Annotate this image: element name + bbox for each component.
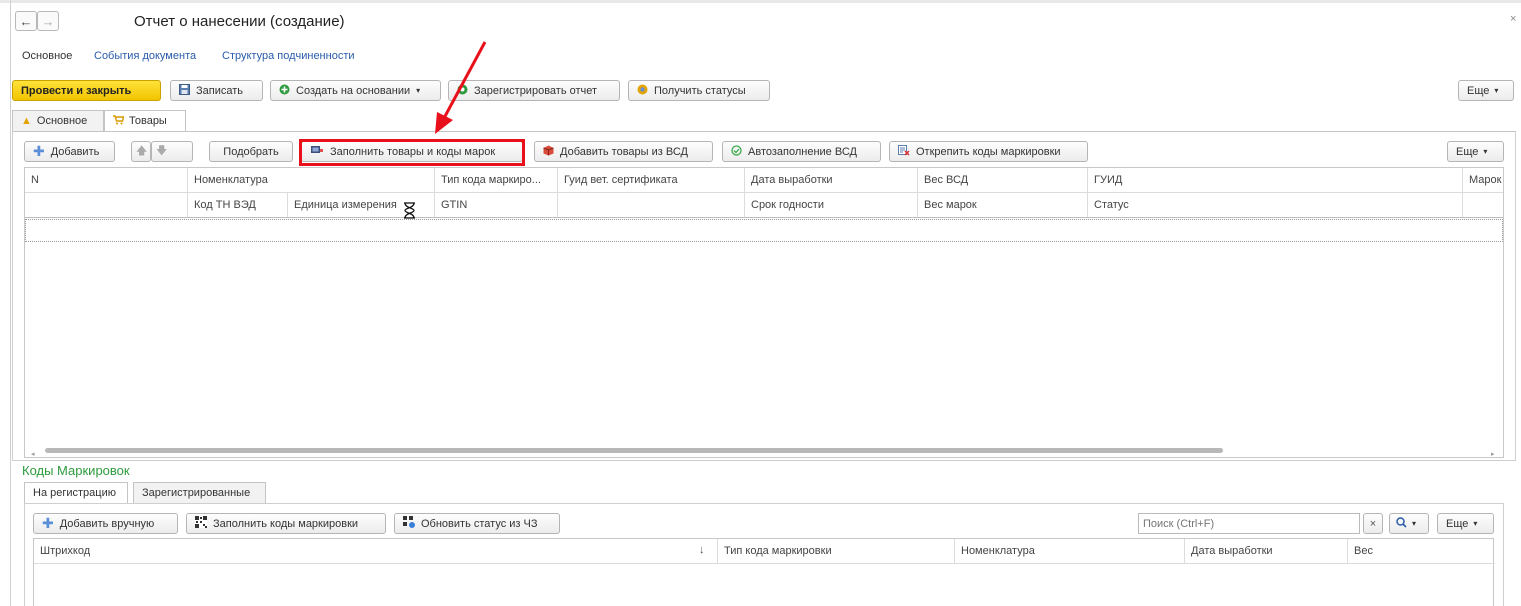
back-button[interactable]: ← [15, 11, 37, 31]
col-code-type[interactable]: Тип кода маркиро... [435, 168, 557, 192]
col-barcode[interactable]: Штрихкод [34, 539, 674, 563]
status-icon [637, 84, 648, 98]
search-icon [1396, 516, 1407, 531]
refresh-check-icon [731, 144, 742, 159]
chevron-down-icon: ▾ [1483, 147, 1488, 156]
cart-icon [113, 114, 125, 128]
arrow-up-icon: 🡅 [136, 145, 148, 157]
save-button[interactable]: Записать [170, 80, 263, 101]
sort-arrow-icon[interactable]: ↓ [699, 544, 705, 556]
arrow-right-icon: → [41, 13, 55, 29]
goods-table[interactable]: N Номенклатура Тип кода маркиро... Гуид … [24, 167, 1504, 458]
scroll-left-icon[interactable]: ◂ [31, 450, 35, 457]
floppy-disk-icon [179, 83, 190, 98]
col-weight[interactable]: Вес [1348, 539, 1494, 563]
add-manually-button[interactable]: ✚ Добавить вручную [33, 513, 178, 534]
col-nomenclature[interactable]: Номенклатура [188, 168, 433, 192]
chevron-down-icon: ▾ [1473, 519, 1478, 528]
nav-link-main[interactable]: Основное [22, 50, 72, 62]
hourglass-cursor-icon [404, 202, 415, 219]
more-button[interactable]: Еще ▾ [1458, 80, 1514, 101]
add-goods-from-vsd-button[interactable]: Добавить товары из ВСД [534, 141, 713, 162]
col-codes-production-date[interactable]: Дата выработки [1185, 539, 1346, 563]
annotation-highlight-box [299, 139, 525, 166]
qr-refresh-icon [403, 516, 415, 531]
col-n[interactable]: N [25, 168, 185, 192]
top-border [0, 0, 1521, 3]
col-expiry[interactable]: Срок годности [745, 193, 915, 217]
move-up-button[interactable]: 🡅 [131, 141, 151, 162]
chevron-down-icon: ▾ [416, 86, 421, 95]
goods-more-button[interactable]: Еще ▾ [1447, 141, 1504, 162]
tab-goods[interactable]: Товары [104, 110, 186, 131]
arrow-left-icon: ← [19, 13, 33, 29]
close-icon: × [1369, 517, 1377, 530]
arrow-down-icon: 🡇 [156, 145, 168, 157]
plus-icon: ✚ [33, 143, 45, 159]
scroll-right-icon[interactable]: ▸ [1491, 450, 1495, 457]
unlink-icon [898, 144, 910, 159]
nav-link-subordination[interactable]: Структура подчиненности [222, 50, 355, 62]
table-row[interactable] [25, 219, 1503, 242]
col-marking-code-type[interactable]: Тип кода маркировки [718, 539, 953, 563]
codes-more-button[interactable]: Еще ▾ [1437, 513, 1494, 534]
update-status-button[interactable]: Обновить статус из ЧЗ [394, 513, 560, 534]
warning-icon: ▲ [21, 115, 32, 127]
nav-link-document-events[interactable]: События документа [94, 50, 196, 62]
tab-registered[interactable]: Зарегистрированные [133, 482, 266, 503]
search-input[interactable] [1138, 513, 1360, 534]
col-vsd-weight[interactable]: Вес ВСД [918, 168, 1086, 192]
page-title: Отчет о нанесении (создание) [134, 13, 345, 30]
search-button[interactable]: ▾ [1389, 513, 1429, 534]
autofill-vsd-button[interactable]: Автозаполнение ВСД [722, 141, 881, 162]
col-guid[interactable]: ГУИД [1088, 168, 1460, 192]
horizontal-scrollbar[interactable] [45, 448, 1223, 453]
close-icon[interactable]: × [1510, 13, 1516, 25]
unlink-codes-button[interactable]: Открепить коды маркировки [889, 141, 1088, 162]
chevron-down-icon: ▾ [1412, 519, 1417, 528]
codes-table[interactable]: Штрихкод ↓ Тип кода маркировки Номенклат… [33, 538, 1495, 606]
search-clear-button[interactable]: × [1363, 513, 1383, 534]
col-marks[interactable]: Марок [1463, 168, 1503, 192]
col-codes-nomenclature[interactable]: Номенклатура [955, 539, 1183, 563]
create-based-on-button[interactable]: Создать на основании ▾ [270, 80, 441, 101]
add-button[interactable]: ✚ Добавить [24, 141, 115, 162]
fill-marking-codes-button[interactable]: Заполнить коды маркировки [186, 513, 386, 534]
annotation-arrow-icon [435, 41, 487, 134]
plus-circle-icon [279, 84, 290, 98]
pick-button[interactable]: Подобрать [209, 141, 293, 162]
qr-code-icon [195, 516, 207, 531]
get-statuses-button[interactable]: Получить статусы [628, 80, 770, 101]
col-status[interactable]: Статус [1088, 193, 1460, 217]
plus-icon: ✚ [42, 515, 54, 531]
col-gtin[interactable]: GTIN [435, 193, 557, 217]
section-title-marking-codes: Коды Маркировок [22, 463, 130, 478]
col-tn-ved[interactable]: Код ТН ВЭД [188, 193, 286, 217]
col-production-date[interactable]: Дата выработки [745, 168, 915, 192]
tab-for-registration[interactable]: На регистрацию [24, 482, 128, 503]
col-marks-weight[interactable]: Вес марок [918, 193, 1086, 217]
col-vet-guid[interactable]: Гуид вет. сертификата [558, 168, 743, 192]
box-icon [543, 145, 554, 159]
chevron-down-icon: ▾ [1494, 86, 1499, 95]
forward-button[interactable]: → [37, 11, 59, 31]
move-down-button[interactable]: 🡇 [151, 141, 193, 162]
left-border [10, 0, 11, 606]
tab-main[interactable]: ▲ Основное [12, 110, 104, 131]
post-and-close-button[interactable]: Провести и закрыть [12, 80, 161, 101]
